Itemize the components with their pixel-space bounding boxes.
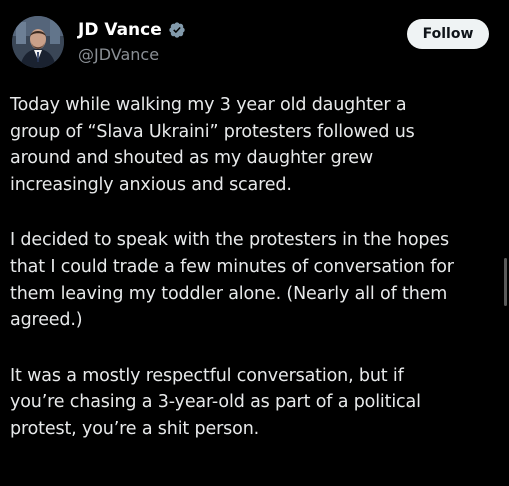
tweet-paragraph: I decided to speak with the protesters i… [10, 230, 454, 331]
follow-button[interactable]: Follow [407, 19, 489, 49]
author-name-row: JD Vance [78, 18, 186, 42]
tweet-paragraph: Today while walking my 3 year old daught… [10, 95, 415, 195]
tweet-card: JD Vance @JDVance Follow Today while wal… [0, 0, 509, 486]
tweet-paragraph: It was a mostly respectful conversation,… [10, 365, 421, 439]
author-display-name[interactable]: JD Vance [78, 20, 162, 40]
author-info: JD Vance @JDVance [78, 18, 186, 64]
tweet-header: JD Vance @JDVance Follow [12, 14, 497, 70]
verified-badge-icon[interactable] [168, 21, 186, 39]
avatar[interactable] [12, 16, 64, 68]
tweet-text: Today while walking my 3 year old daught… [10, 92, 498, 472]
scrollbar[interactable] [504, 258, 507, 306]
avatar-image [12, 16, 64, 68]
author-handle[interactable]: @JDVance [78, 45, 186, 64]
